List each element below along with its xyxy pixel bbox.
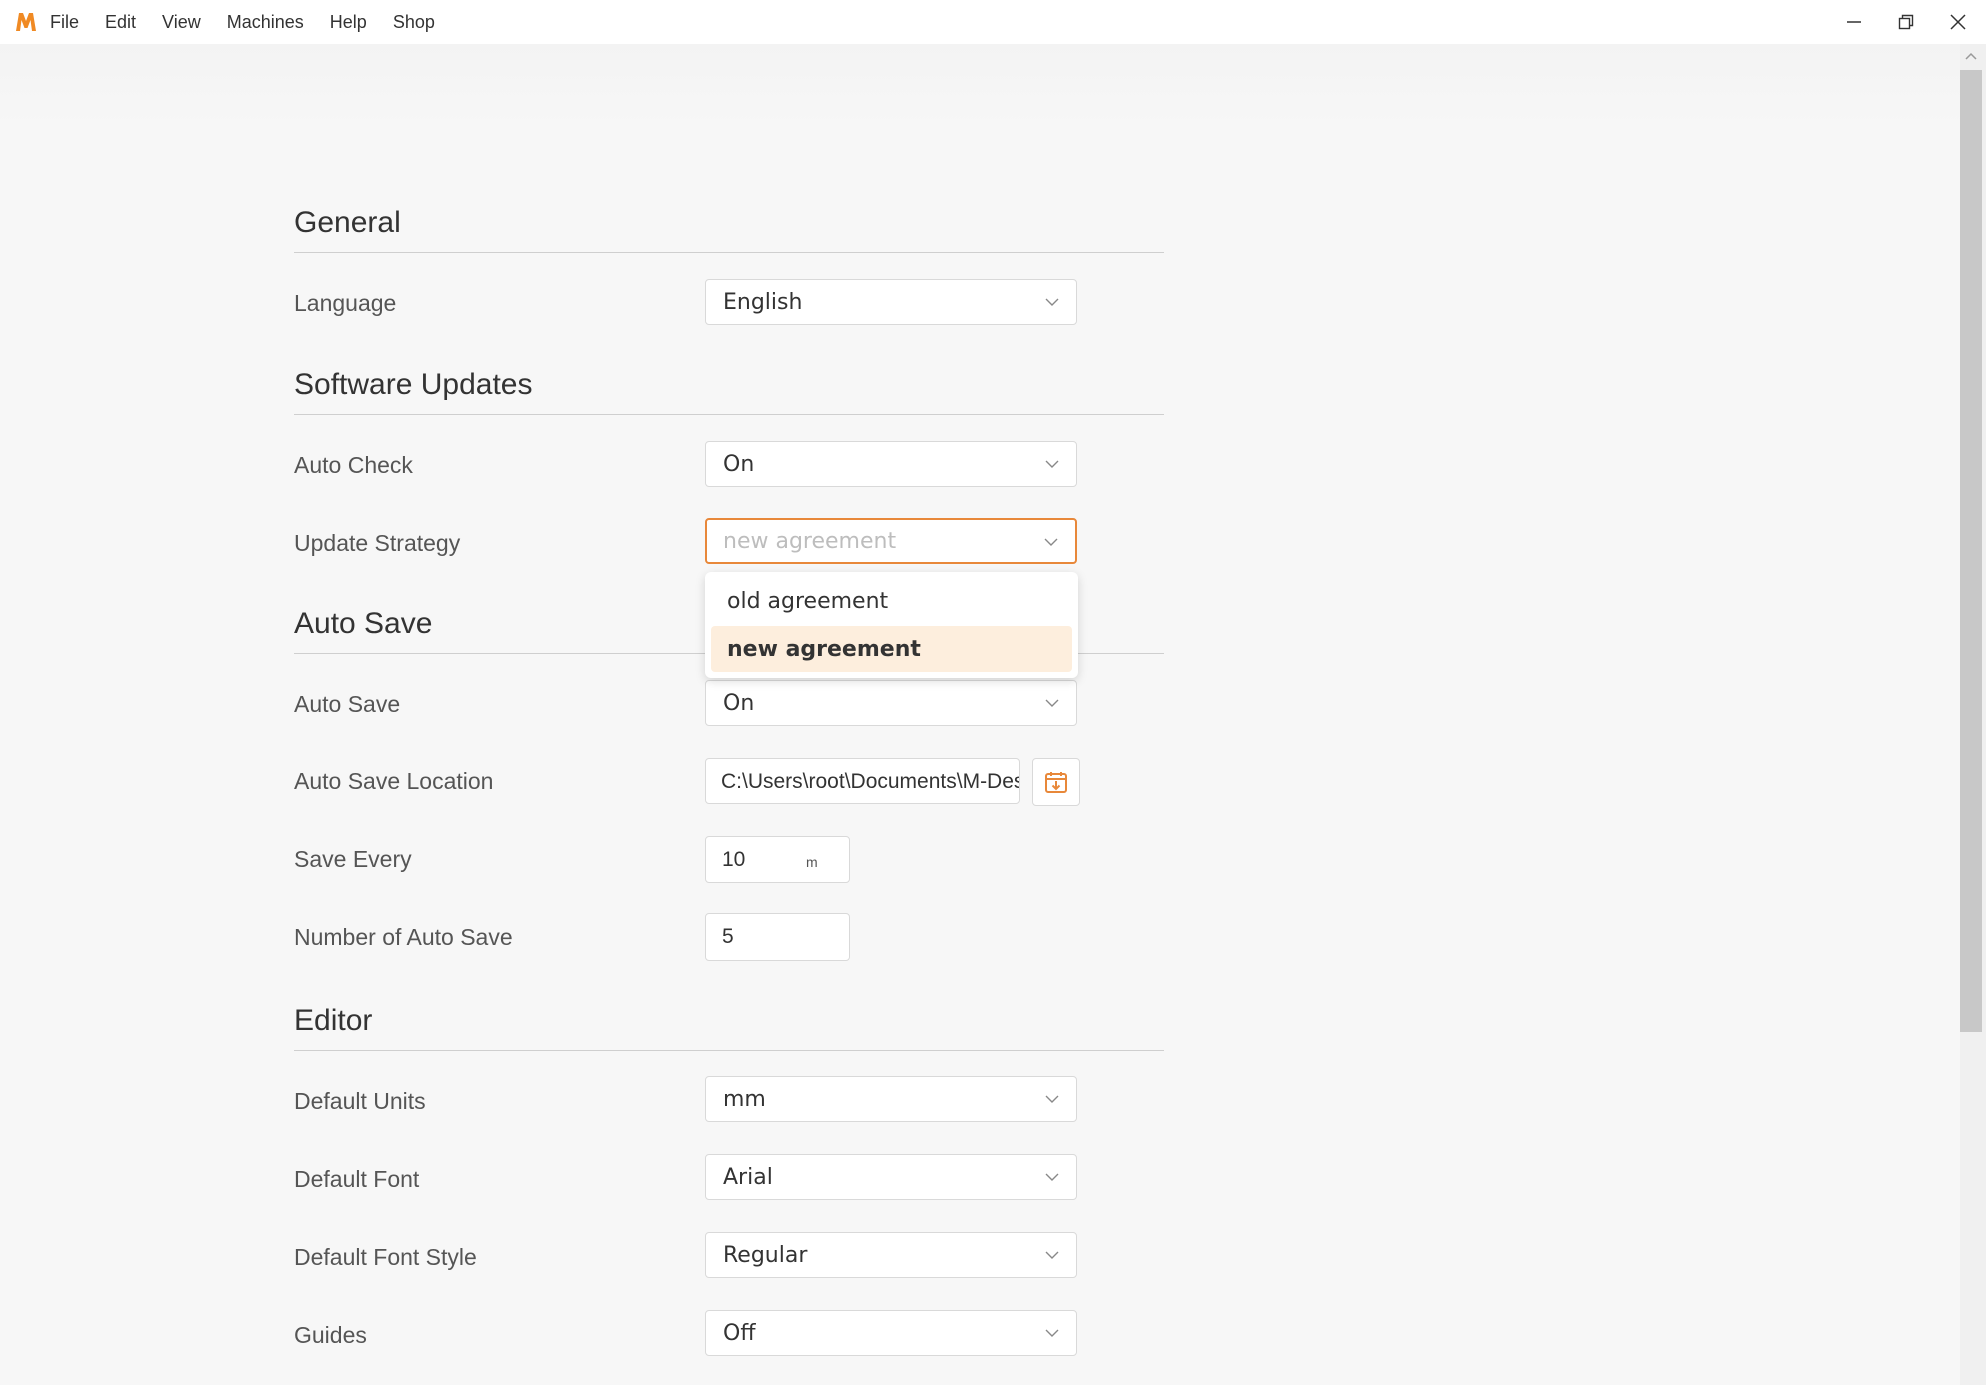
close-icon bbox=[1950, 14, 1966, 30]
section-title-general: General bbox=[294, 206, 1164, 253]
default-units-label: Default Units bbox=[294, 1088, 426, 1114]
auto-save-value: On bbox=[723, 691, 755, 716]
chevron-down-icon bbox=[1045, 1173, 1059, 1181]
update-strategy-select[interactable]: new agreement bbox=[705, 518, 1077, 564]
menu-bar: File Edit View Machines Help Shop bbox=[50, 0, 461, 44]
option-label: new agreement bbox=[727, 637, 921, 662]
chevron-down-icon bbox=[1045, 1095, 1059, 1103]
auto-save-location-input[interactable]: C:\Users\root\Documents\M-Des bbox=[705, 758, 1020, 804]
app-logo-icon bbox=[16, 13, 36, 31]
option-old-agreement[interactable]: old agreement bbox=[711, 578, 1072, 624]
chevron-down-icon bbox=[1045, 699, 1059, 707]
update-strategy-dropdown: old agreement new agreement bbox=[705, 572, 1078, 678]
scrollbar-thumb[interactable] bbox=[1960, 70, 1982, 1032]
menu-file[interactable]: File bbox=[50, 12, 79, 33]
guides-value: Off bbox=[723, 1321, 756, 1346]
chevron-down-icon bbox=[1045, 298, 1059, 306]
auto-check-select[interactable]: On bbox=[705, 441, 1077, 487]
auto-save-count-value: 5 bbox=[722, 925, 734, 948]
minimize-icon bbox=[1847, 21, 1861, 23]
guides-label: Guides bbox=[294, 1322, 367, 1348]
default-font-select[interactable]: Arial bbox=[705, 1154, 1077, 1200]
menu-view[interactable]: View bbox=[162, 12, 201, 33]
option-new-agreement[interactable]: new agreement bbox=[711, 626, 1072, 672]
folder-download-icon bbox=[1045, 772, 1067, 793]
menu-machines[interactable]: Machines bbox=[227, 12, 304, 33]
default-font-label: Default Font bbox=[294, 1166, 420, 1192]
chevron-down-icon bbox=[1045, 1251, 1059, 1259]
default-font-style-select[interactable]: Regular bbox=[705, 1232, 1077, 1278]
section-title-updates: Software Updates bbox=[294, 368, 1164, 415]
default-units-select[interactable]: mm bbox=[705, 1076, 1077, 1122]
auto-save-count-label: Number of Auto Save bbox=[294, 924, 513, 950]
auto-save-count-input[interactable]: 5 bbox=[705, 913, 850, 961]
title-bar: File Edit View Machines Help Shop bbox=[0, 0, 1986, 44]
language-select[interactable]: English bbox=[705, 279, 1077, 325]
chevron-down-icon bbox=[1044, 538, 1058, 546]
scroll-up-arrow-icon[interactable] bbox=[1963, 50, 1979, 62]
default-font-value: Arial bbox=[723, 1165, 773, 1190]
default-font-style-label: Default Font Style bbox=[294, 1244, 477, 1270]
auto-check-value: On bbox=[723, 452, 755, 477]
language-value: English bbox=[723, 290, 803, 315]
menu-help[interactable]: Help bbox=[330, 12, 367, 33]
browse-folder-button[interactable] bbox=[1032, 758, 1080, 806]
auto-save-location-value: C:\Users\root\Documents\M-Des bbox=[721, 770, 1020, 793]
menu-shop[interactable]: Shop bbox=[393, 12, 435, 33]
save-every-value: 10 bbox=[722, 848, 746, 871]
language-label: Language bbox=[294, 290, 397, 316]
close-button[interactable] bbox=[1938, 8, 1978, 36]
restore-icon bbox=[1898, 14, 1914, 30]
chevron-down-icon bbox=[1045, 1329, 1059, 1337]
restore-button[interactable] bbox=[1886, 8, 1926, 36]
auto-save-location-label: Auto Save Location bbox=[294, 768, 494, 794]
update-strategy-placeholder: new agreement bbox=[723, 529, 897, 554]
option-label: old agreement bbox=[727, 589, 889, 614]
save-every-unit: m bbox=[806, 854, 818, 870]
chevron-down-icon bbox=[1045, 460, 1059, 468]
section-title-editor: Editor bbox=[294, 1004, 1164, 1051]
auto-save-select[interactable]: On bbox=[705, 680, 1077, 726]
auto-save-label: Auto Save bbox=[294, 691, 401, 717]
auto-check-label: Auto Check bbox=[294, 452, 413, 478]
header-strip bbox=[0, 44, 1960, 126]
save-every-label: Save Every bbox=[294, 846, 412, 872]
save-every-input[interactable]: 10 m bbox=[705, 836, 850, 883]
minimize-button[interactable] bbox=[1834, 8, 1874, 36]
guides-select[interactable]: Off bbox=[705, 1310, 1077, 1356]
menu-edit[interactable]: Edit bbox=[105, 12, 136, 33]
default-font-style-value: Regular bbox=[723, 1243, 808, 1268]
update-strategy-label: Update Strategy bbox=[294, 530, 461, 556]
default-units-value: mm bbox=[723, 1087, 766, 1112]
